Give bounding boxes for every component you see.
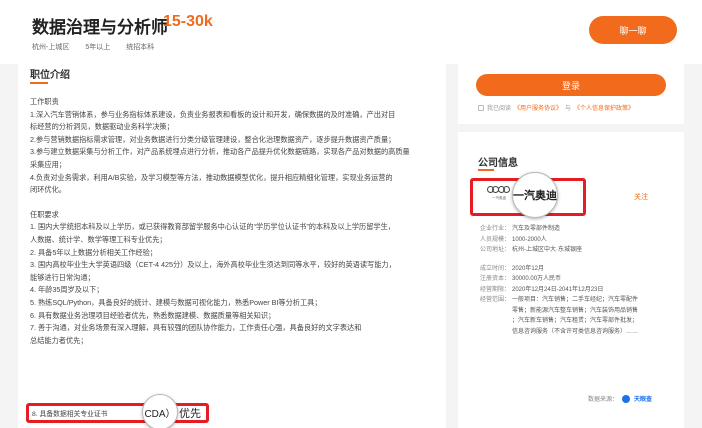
tianyancha-icon <box>622 394 631 403</box>
desc-line: 标经营的分析洞见，数据驱动业务科学决策； <box>30 122 174 132</box>
title-accent <box>30 82 48 84</box>
magnifier-lens: CDA） <box>142 394 178 428</box>
info-row: 人员规模： 1000-2000人 <box>480 236 547 243</box>
company-info-list: 企业行业： 汽车及零部件制造 人员规模： 1000-2000人 公司地址： 杭州-上城… <box>480 224 670 337</box>
company-panel: 公司信息 一汽奥迪 一汽奥迪 关注 企业行业： 汽车及零部件制造 人员规模： 100… <box>458 132 684 428</box>
highlight-text: 8. 具备数据相关专业证书 <box>32 411 108 418</box>
job-location: 杭州-上城区 <box>32 44 70 51</box>
chat-button[interactable]: 聊一聊 <box>589 16 677 44</box>
user-agreement-link[interactable]: 《用户服务协议》 <box>514 103 562 112</box>
job-experience: 5年以上 <box>85 44 111 51</box>
info-row: ；汽车新车销售；汽车租赁；汽车零部件批发； <box>512 318 639 324</box>
desc-line: 4.负责对业务需求，利用A/B实验，及学习模型等方法，推动数据模型优化，提升相应… <box>30 172 393 182</box>
desc-line: 7. 善于沟通，对业务场景有深入理解，具有较强的团队协作能力，工作责任心强，具备… <box>30 323 362 333</box>
agree-checkbox[interactable] <box>478 104 484 111</box>
desc-line: 3.参与建立数据采集与分析工作，对产品系统埋点进行分析，推动各产品提升优化数据链… <box>30 147 410 157</box>
desc-line: 1.深入汽车营销体系，参与业务指标体系建设，负责业务报表和看板的设计和开发，确保… <box>30 109 396 119</box>
data-source: 数据来源： 天眼查 <box>588 394 652 403</box>
desc-line: 6. 具有数据业务治理项目经验者优先，熟悉数据建模、数据质量等相关知识； <box>30 310 276 320</box>
agree-prefix: 我已阅读 <box>487 106 512 112</box>
info-row: 零售；新能源汽车整车销售；汽车装饰用品销售 <box>512 307 639 314</box>
privacy-policy-link[interactable]: 《个人信息保护政策》 <box>574 103 634 112</box>
job-title: 数据治理与分析师 <box>32 18 168 37</box>
desc-line: 总结能力者优先； <box>30 335 88 345</box>
agreement-row: 我已阅读 《用户服务协议》 与 《个人信息保护政策》 <box>478 103 634 112</box>
title-accent <box>478 169 494 171</box>
info-row: 成立时间： 2020年12月 <box>480 265 545 272</box>
salary: 15-30k <box>163 13 213 30</box>
desc-line: 闭环优化。 <box>30 185 66 195</box>
job-meta: 杭州-上城区 5年以上 统招本科 <box>32 42 154 52</box>
desc-line: 2.参与营销数据指标需求管理，对业务数据进行分类分级管理建设，整合化治理数据资产… <box>30 134 396 144</box>
desc-line: 采集应用； <box>30 159 66 169</box>
desc-gap <box>30 197 440 209</box>
source-link[interactable]: 天眼查 <box>634 394 652 403</box>
desc-line: 4. 年龄35周岁及以下； <box>30 285 104 295</box>
audi-rings-icon <box>486 186 510 193</box>
desc-line: 人数据、统计学、数学等理工科专业优先； <box>30 234 167 244</box>
info-row: 注册资本： 30000.00万人民币 <box>480 276 562 282</box>
desc-line: 5. 熟练SQL/Python，具备良好的统计、建模与数据可视化能力，熟悉Pow… <box>30 297 322 307</box>
magnifier-lens: 一汽奥迪 <box>512 172 558 218</box>
desc-line: 2. 具备5年以上数据分析相关工作经验； <box>30 247 157 257</box>
login-panel: 登录 我已阅读 《用户服务协议》 与 《个人信息保护政策》 <box>458 64 684 124</box>
company-logo[interactable]: 一汽奥迪 <box>486 186 512 206</box>
job-section-title: 职位介绍 <box>30 70 70 81</box>
agree-mid: 与 <box>565 106 572 112</box>
job-header: 数据治理与分析师 15-30k 杭州-上城区 5年以上 统招本科 聊一聊 <box>0 0 702 64</box>
company-section-title: 公司信息 <box>478 158 518 169</box>
login-button[interactable]: 登录 <box>476 74 666 96</box>
desc-line: 能够进行日常沟通； <box>30 272 95 282</box>
desc-line: 工作职责 <box>30 97 59 106</box>
job-description-panel: 职位介绍 工作职责 1.深入汽车营销体系，参与业务指标体系建设，负责业务报表和看… <box>18 58 446 428</box>
info-row: 企业行业： 汽车及零部件制造 <box>480 226 561 232</box>
info-row: 经营范围： 一般项目：汽车销售；二手车经纪；汽车零配件 <box>480 297 639 303</box>
desc-line: 1. 国内大学统招本科及以上学历，或已获得教育部留学服务中心认证的“学历学位认证… <box>30 222 395 232</box>
job-description: 工作职责 1.深入汽车营销体系，参与业务指标体系建设，负责业务报表和看板的设计和… <box>30 96 440 347</box>
info-row: 公司地址： 杭州-上城区中大·东城银座 <box>480 247 582 253</box>
job-education: 统招本科 <box>126 44 155 51</box>
desc-line: 任职要求 <box>30 209 59 219</box>
info-row: 经营期限： 2020年12月24日-2041年12月23日 <box>480 286 604 293</box>
desc-line: 3. 国内高校毕业生大学英语四级（CET-4 425分）及以上，海外高校毕业生须… <box>30 260 396 270</box>
source-label: 数据来源： <box>588 397 619 403</box>
info-row: 信息咨询服务（不含许可类信息咨询服务）…… <box>512 328 639 335</box>
logo-caption: 一汽奥迪 <box>492 196 506 200</box>
highlight-suffix: 优先 <box>179 408 201 420</box>
follow-button[interactable]: 关注 <box>634 192 648 202</box>
